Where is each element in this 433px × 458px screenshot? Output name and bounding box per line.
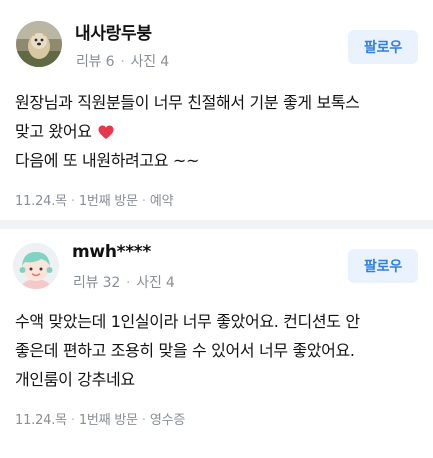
review-count: 리뷰 32 [73,275,121,291]
section-divider [0,220,433,229]
avatar[interactable] [13,243,59,289]
review-text-line: 개인룸이 강추네요 [15,370,135,389]
dog-photo-avatar-icon [16,21,62,67]
author-name[interactable]: mwh**** [72,242,151,262]
cartoon-face-avatar-icon [13,243,59,289]
red-heart-icon [98,125,114,139]
review-text[interactable]: 원장님과 직원분들이 너무 친절해서 기분 좋게 보톡스 맞고 왔어요 다음에 … [15,88,425,175]
visit-date: 11.24.목 [15,413,67,428]
photo-count: 사진 4 [130,54,170,70]
review-text[interactable]: 수액 맞았는데 1인실이라 너무 좋았어요. 컨디션도 안 좋은데 편하고 조용… [15,307,425,394]
separator-dot: · [70,413,75,428]
review-meta: 11.24.목 · 1번째 방문 · 예약 [15,190,174,209]
avatar[interactable] [16,21,62,67]
separator-dot: · [141,413,146,428]
visit-count: 1번째 방문 [78,194,138,209]
review-meta: 11.24.목 · 1번째 방문 · 영수증 [15,409,185,428]
review-text-line: 좋은데 편하고 조용히 맞을 수 있어서 너무 좋았어요. [15,341,355,360]
separator-dot: · [141,194,146,209]
separator-dot: · [126,275,131,291]
author-name[interactable]: 내사랑두붕 [75,19,152,44]
visit-date: 11.24.목 [15,194,67,209]
review-text-segment: 맞고 왔어요 [15,122,92,141]
photo-count: 사진 4 [136,275,175,291]
review-card: mwh**** 리뷰 32 · 사진 4 팔로우 수액 맞았는데 1인실이라 너무 … [0,229,433,458]
follow-button[interactable]: 팔로우 [348,30,418,64]
author-stats: 리뷰 32 · 사진 4 [73,272,175,292]
follow-button[interactable]: 팔로우 [348,249,418,283]
separator-dot: · [70,194,75,209]
review-text-line: 원장님과 직원분들이 너무 친절해서 기분 좋게 보톡스 [15,93,360,112]
review-text-line: 맞고 왔어요 [15,117,425,146]
review-text-line: 수액 맞았는데 1인실이라 너무 좋았어요. 컨디션도 안 [15,312,360,331]
review-text-line: 다음에 또 내원하려고요 ~~ [15,151,200,170]
review-count: 리뷰 6 [76,54,115,70]
visit-count: 1번째 방문 [78,413,138,428]
verification-type: 예약 [149,194,174,209]
verification-type: 영수증 [149,413,186,428]
review-card: 내사랑두붕 리뷰 6 · 사진 4 팔로우 원장님과 직원분들이 너무 친절해서 기… [0,0,433,220]
separator-dot: · [120,54,125,70]
author-stats: 리뷰 6 · 사진 4 [76,51,169,71]
